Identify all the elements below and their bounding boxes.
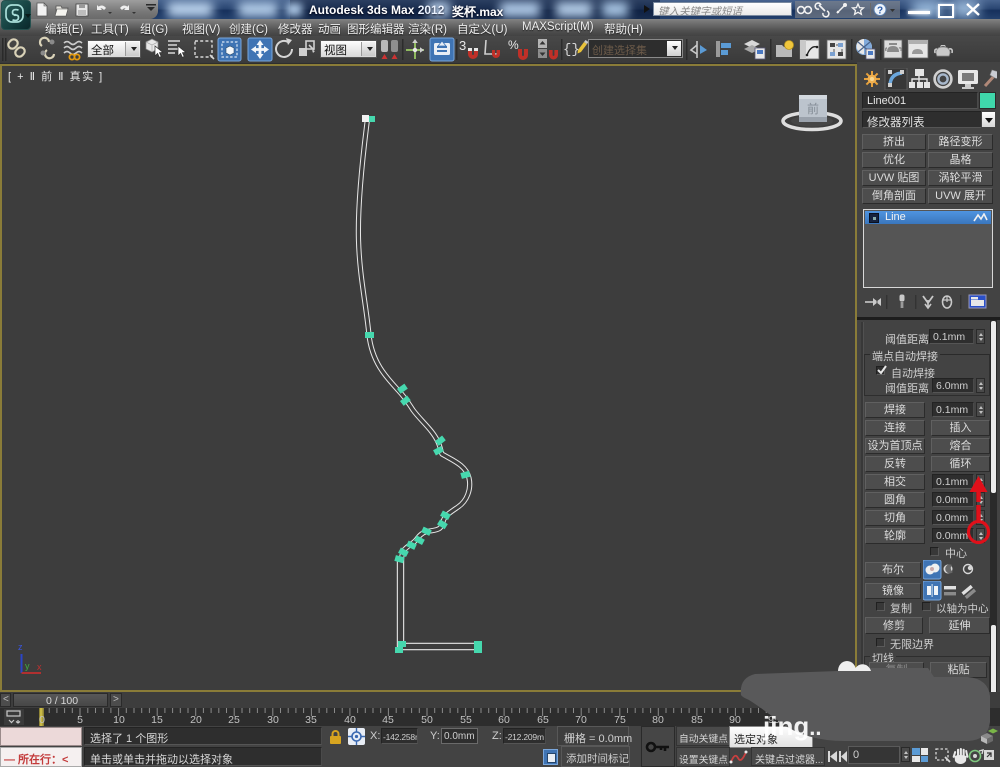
svg-text:%: %	[508, 38, 519, 52]
svg-text:z: z	[18, 642, 23, 652]
svg-text:y: y	[25, 661, 30, 671]
svg-text:x: x	[37, 662, 42, 672]
svg-text:?: ?	[877, 6, 883, 17]
svg-text:{}: {}	[563, 42, 580, 58]
svg-text:3: 3	[459, 38, 466, 53]
svg-text:前: 前	[807, 101, 819, 116]
